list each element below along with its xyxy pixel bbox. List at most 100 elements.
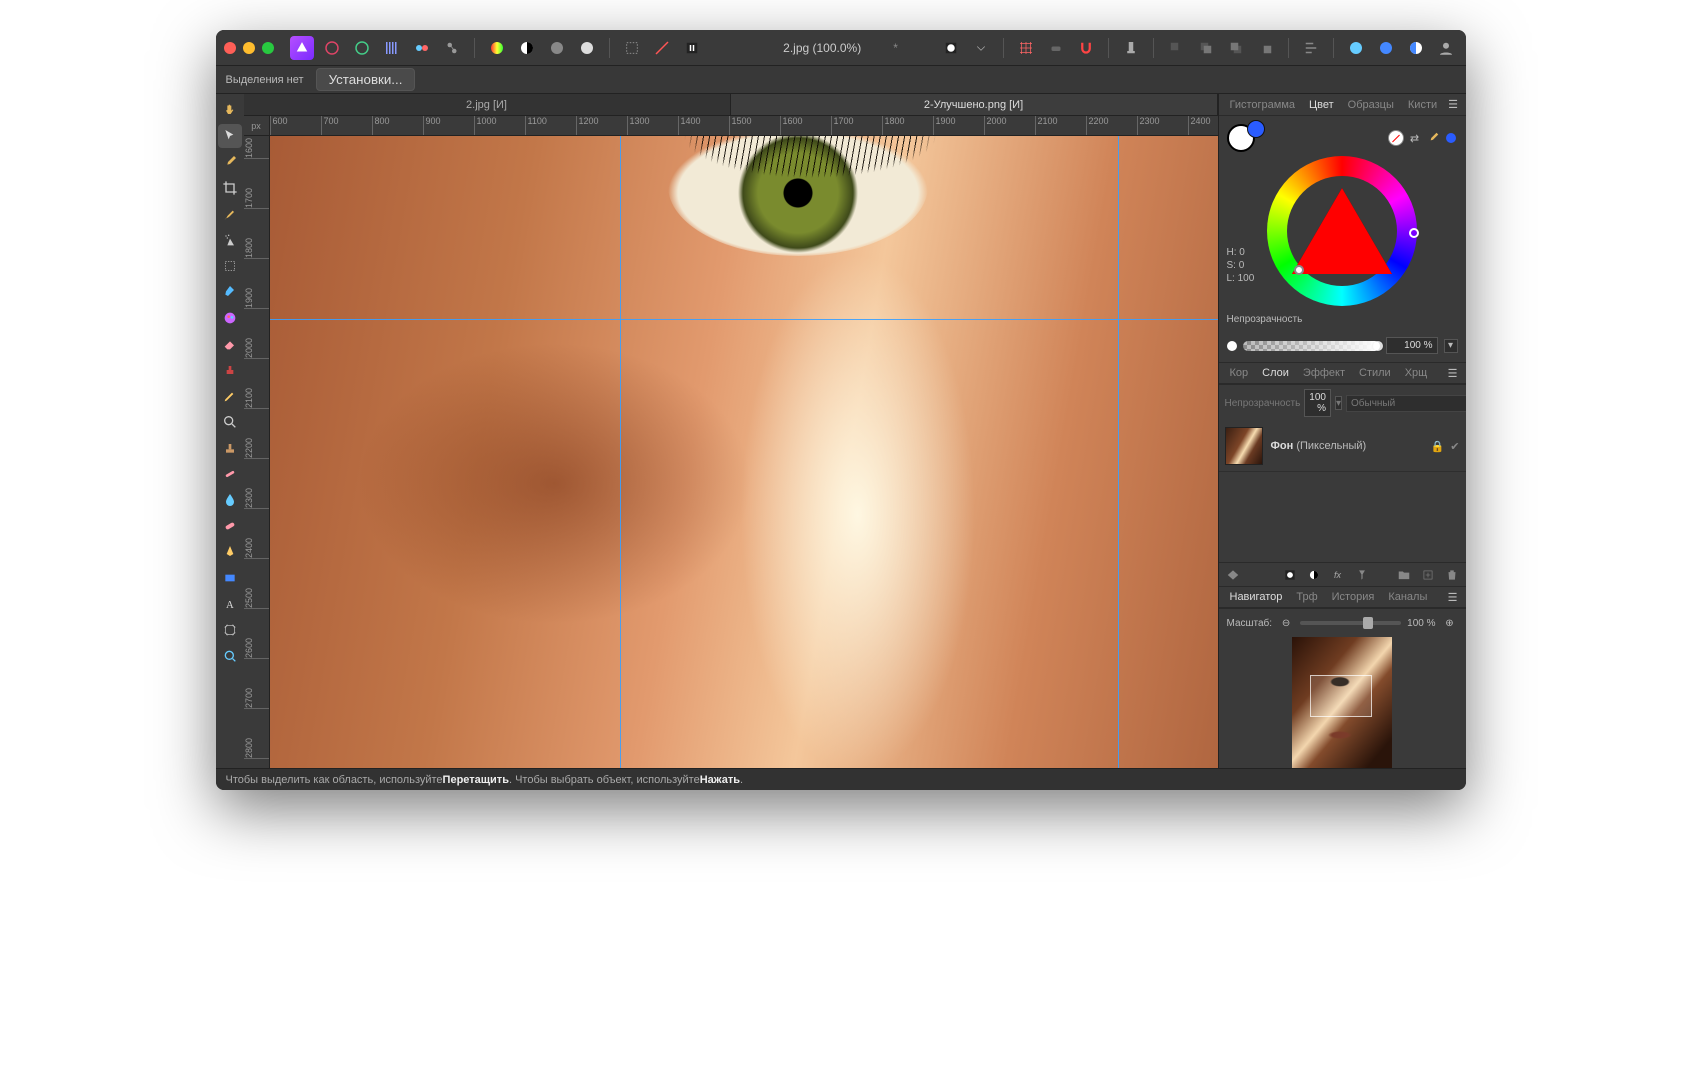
account-icon[interactable] [1344,36,1368,60]
add-layer-icon[interactable] [1420,567,1436,583]
document-tab[interactable]: 2-Улучшено.png [И] [731,94,1218,115]
tab-transform[interactable]: Трф [1289,587,1324,607]
layer-opacity-dropdown-icon[interactable]: ▾ [1335,396,1342,410]
brush-tool-icon[interactable] [218,202,242,226]
help-icon[interactable] [1374,36,1398,60]
group-layer-icon[interactable] [1396,567,1412,583]
opacity-dropdown-icon[interactable]: ▾ [1444,339,1458,353]
ruler-vertical[interactable]: 1600170018001900200021002200230024002500… [244,136,270,768]
hand-tool-icon[interactable] [218,98,242,122]
colour-wheel[interactable] [1267,156,1417,306]
none-swatch-icon[interactable] [1388,130,1404,146]
adjustment-bw-icon[interactable] [515,36,539,60]
navigator-viewport[interactable] [1310,675,1372,717]
zoom-tool-icon[interactable] [218,410,242,434]
panel-menu-icon[interactable]: ☰ [1444,363,1462,384]
blend-mode-select[interactable] [1346,395,1466,412]
maximize-window-icon[interactable] [262,42,274,54]
hue-handle[interactable] [1409,228,1419,238]
ruler-horizontal[interactable]: 6007008009001000110012001300140015001600… [270,116,1218,136]
snapping-toggle-icon[interactable] [1044,36,1068,60]
selection-refine-icon[interactable] [650,36,674,60]
canvas[interactable] [270,136,1218,768]
snapping-magnet-icon[interactable] [1074,36,1098,60]
persona-photo-icon[interactable] [320,36,344,60]
document-tab[interactable]: 2.jpg [И] [244,94,731,115]
crop-tool-icon[interactable] [218,176,242,200]
sl-handle[interactable] [1294,265,1304,275]
user-icon[interactable] [1434,36,1458,60]
align-left-icon[interactable] [1299,36,1323,60]
colour-triangle[interactable] [1292,188,1392,274]
presets-button[interactable]: Установки... [316,68,416,91]
tab-layers[interactable]: Слои [1255,363,1296,383]
blend-ranges-icon[interactable] [1225,567,1241,583]
visibility-check-icon[interactable]: ✔ [1450,440,1459,453]
eyedropper-icon[interactable] [1426,131,1440,145]
layer-opacity-value[interactable]: 100 % [1304,389,1331,417]
panel-menu-icon[interactable]: ☰ [1444,94,1462,115]
zoom-out-icon[interactable]: ⊖ [1278,615,1294,631]
fx-layer-icon[interactable]: fx [1330,567,1346,583]
tab-swatches[interactable]: Образцы [1341,95,1401,115]
persona-develop-icon[interactable] [380,36,404,60]
view-zoom-tool-icon[interactable] [218,644,242,668]
selection-rect-icon[interactable] [620,36,644,60]
opacity-slider[interactable] [1243,341,1380,351]
tab-adjustments[interactable]: Кор [1223,363,1256,383]
pencil-tool-icon[interactable] [218,384,242,408]
colour-picker-tool-icon[interactable] [218,150,242,174]
flood-select-tool-icon[interactable] [218,280,242,304]
persona-tone-icon[interactable] [410,36,434,60]
live-filter-icon[interactable] [1354,567,1370,583]
eraser-tool-icon[interactable] [218,332,242,356]
tab-navigator[interactable]: Навигатор [1223,587,1290,607]
tab-styles[interactable]: Стили [1352,363,1398,383]
adjustment-curves-icon[interactable] [575,36,599,60]
quickmask-icon[interactable] [680,36,704,60]
minimize-window-icon[interactable] [243,42,255,54]
tab-channels[interactable]: Каналы [1381,587,1434,607]
persona-liquify-icon[interactable] [350,36,374,60]
stamp-tool-icon[interactable] [218,436,242,460]
tab-colour[interactable]: Цвет [1302,95,1341,115]
layers-icon[interactable] [1404,36,1428,60]
navigator-thumbnail[interactable] [1292,637,1392,768]
arrange-front-icon[interactable] [1254,36,1278,60]
lock-icon[interactable]: 🔒 [1431,440,1445,453]
clone-tool-icon[interactable] [218,358,242,382]
marquee-tool-icon[interactable] [218,254,242,278]
tab-histogram[interactable]: Гистограмма [1223,95,1303,115]
tab-history[interactable]: История [1325,587,1382,607]
persona-export-icon[interactable] [440,36,464,60]
mask-icon[interactable] [939,36,963,60]
zoom-in-icon[interactable]: ⊕ [1442,615,1458,631]
delete-layer-icon[interactable] [1444,567,1460,583]
guide-vertical[interactable] [620,136,621,768]
swap-swatch-icon[interactable]: ⇄ [1408,131,1422,145]
adjustment-hsl-icon[interactable] [485,36,509,60]
rectangle-tool-icon[interactable] [218,566,242,590]
assistant-icon[interactable] [1119,36,1143,60]
opacity-value[interactable]: 100 % [1386,337,1438,354]
layer-row[interactable]: Фон (Пиксельный) 🔒 ✔ [1219,421,1466,472]
colour-chip-icon[interactable] [1444,131,1458,145]
panel-menu-icon[interactable]: ☰ [1444,587,1462,608]
adjustment-layer-icon[interactable] [1306,567,1322,583]
close-window-icon[interactable] [224,42,236,54]
paint-mixer-tool-icon[interactable] [218,306,242,330]
blur-tool-icon[interactable] [218,488,242,512]
patch-tool-icon[interactable] [218,514,242,538]
move-tool-icon[interactable] [218,124,242,148]
guide-horizontal[interactable] [270,319,1218,320]
tab-stock[interactable]: Хрщ [1398,363,1435,383]
healing-tool-icon[interactable] [218,462,242,486]
slider-knob[interactable] [1363,617,1373,629]
arrange-back-icon[interactable] [1164,36,1188,60]
tab-effects[interactable]: Эффект [1296,363,1352,383]
arrange-backward-icon[interactable] [1194,36,1218,60]
guide-vertical[interactable] [1118,136,1119,768]
slider-knob[interactable] [1372,340,1384,352]
tab-brushes[interactable]: Кисти [1401,95,1444,115]
mask-layer-icon[interactable] [1282,567,1298,583]
